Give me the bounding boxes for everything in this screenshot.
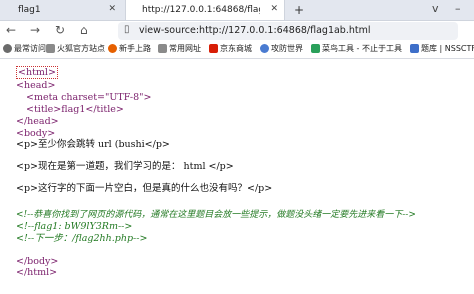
- source-line: <p>现在是第一道题，我们学习的是： html </p>: [16, 161, 234, 172]
- bookmark-adworld[interactable]: 攻防世界: [260, 43, 303, 54]
- bookmark-label: 攻防世界: [271, 44, 303, 53]
- bookmark-label: 新手上路: [119, 44, 151, 53]
- page-icon: ▯: [124, 24, 130, 35]
- minimize-button[interactable]: –: [455, 2, 461, 15]
- bookmark-getting-started[interactable]: 新手上路: [108, 43, 151, 54]
- bookmark-label: 题库 | NSSCTF: [421, 44, 474, 53]
- bookmark-jd[interactable]: 京东商城: [209, 43, 252, 54]
- bookmark-label: 最常访问: [14, 44, 46, 53]
- bookmark-most-visited[interactable]: 最常访问: [3, 43, 46, 54]
- bookmark-label: 菜鸟工具 - 不止于工具: [322, 44, 402, 53]
- bookmark-label: 常用网址: [169, 44, 201, 53]
- bookmark-label: 火狐官方站点: [57, 44, 105, 53]
- bookmark-common-sites[interactable]: 常用网址: [158, 43, 201, 54]
- tab-flag1[interactable]: flag1 ✕: [0, 0, 122, 20]
- close-icon[interactable]: ✕: [108, 4, 116, 14]
- bookmark-label: 京东商城: [220, 44, 252, 53]
- tab-bar: flag1 ✕ http://127.0.0.1:64868/flag1ab.h…: [0, 0, 474, 21]
- globe-icon: [260, 44, 269, 53]
- source-line: <meta charset="UTF-8">: [26, 92, 152, 103]
- tab-title: flag1: [18, 5, 41, 15]
- list-tabs-button[interactable]: v: [432, 2, 439, 15]
- tab-title: http://127.0.0.1:64868/flag1ab.ht: [142, 5, 260, 15]
- bookmark-firefox-official[interactable]: 火狐官方站点: [46, 43, 105, 54]
- folder-icon: [46, 44, 55, 53]
- jd-icon: [209, 44, 218, 53]
- source-line: <head>: [16, 80, 56, 91]
- source-comment: <!--下一步：/flag2hh.php-->: [16, 233, 148, 244]
- address-bar[interactable]: ▯ view-source:http://127.0.0.1:64868/fla…: [118, 22, 458, 40]
- forward-arrow-icon[interactable]: →: [30, 23, 40, 37]
- source-line: </head>: [16, 116, 59, 127]
- source-line: <p>至少你会跳转 url (bushi</p>: [16, 139, 170, 150]
- source-line: </html>: [16, 267, 58, 278]
- source-comment: <!--恭喜你找到了网页的源代码，通常在这里题目会放一些提示，做题没头绪一定要先…: [16, 210, 416, 220]
- source-comment: <!--flag1: bW9lY3Rm-->: [16, 221, 133, 232]
- doc-icon: [410, 44, 419, 53]
- folder-icon: [158, 44, 167, 53]
- home-icon[interactable]: ⌂: [80, 23, 88, 37]
- source-line: <html>: [16, 66, 58, 79]
- close-icon[interactable]: ✕: [270, 4, 278, 14]
- tab-view-source[interactable]: http://127.0.0.1:64868/flag1ab.ht ✕: [125, 0, 285, 20]
- source-text: <html>: [16, 66, 58, 79]
- page-source: <html> <head> <meta charset="UTF-8"> <ti…: [0, 59, 474, 294]
- bookmarks-bar: 最常访问 火狐官方站点 新手上路 常用网址 京东商城 攻防世界 菜鸟工具 - 不…: [0, 41, 474, 59]
- url-text: view-source:http://127.0.0.1:64868/flag1…: [139, 25, 371, 36]
- source-line: <title>flag1</title>: [26, 104, 124, 115]
- reload-icon[interactable]: ↻: [55, 23, 65, 37]
- gear-icon: [3, 44, 12, 53]
- new-tab-button[interactable]: +: [294, 3, 304, 17]
- source-line: <p>这行字的下面一片空白，但是真的什么也没有吗？</p>: [16, 183, 273, 194]
- firefox-icon: [108, 44, 117, 53]
- navigation-bar: ← → ↻ ⌂ ▯ view-source:http://127.0.0.1:6…: [0, 21, 474, 41]
- bookmark-nssctf[interactable]: 题库 | NSSCTF: [410, 43, 474, 54]
- bookmark-runoob[interactable]: 菜鸟工具 - 不止于工具: [311, 43, 402, 54]
- runoob-icon: [311, 44, 320, 53]
- back-arrow-icon[interactable]: ←: [6, 23, 16, 37]
